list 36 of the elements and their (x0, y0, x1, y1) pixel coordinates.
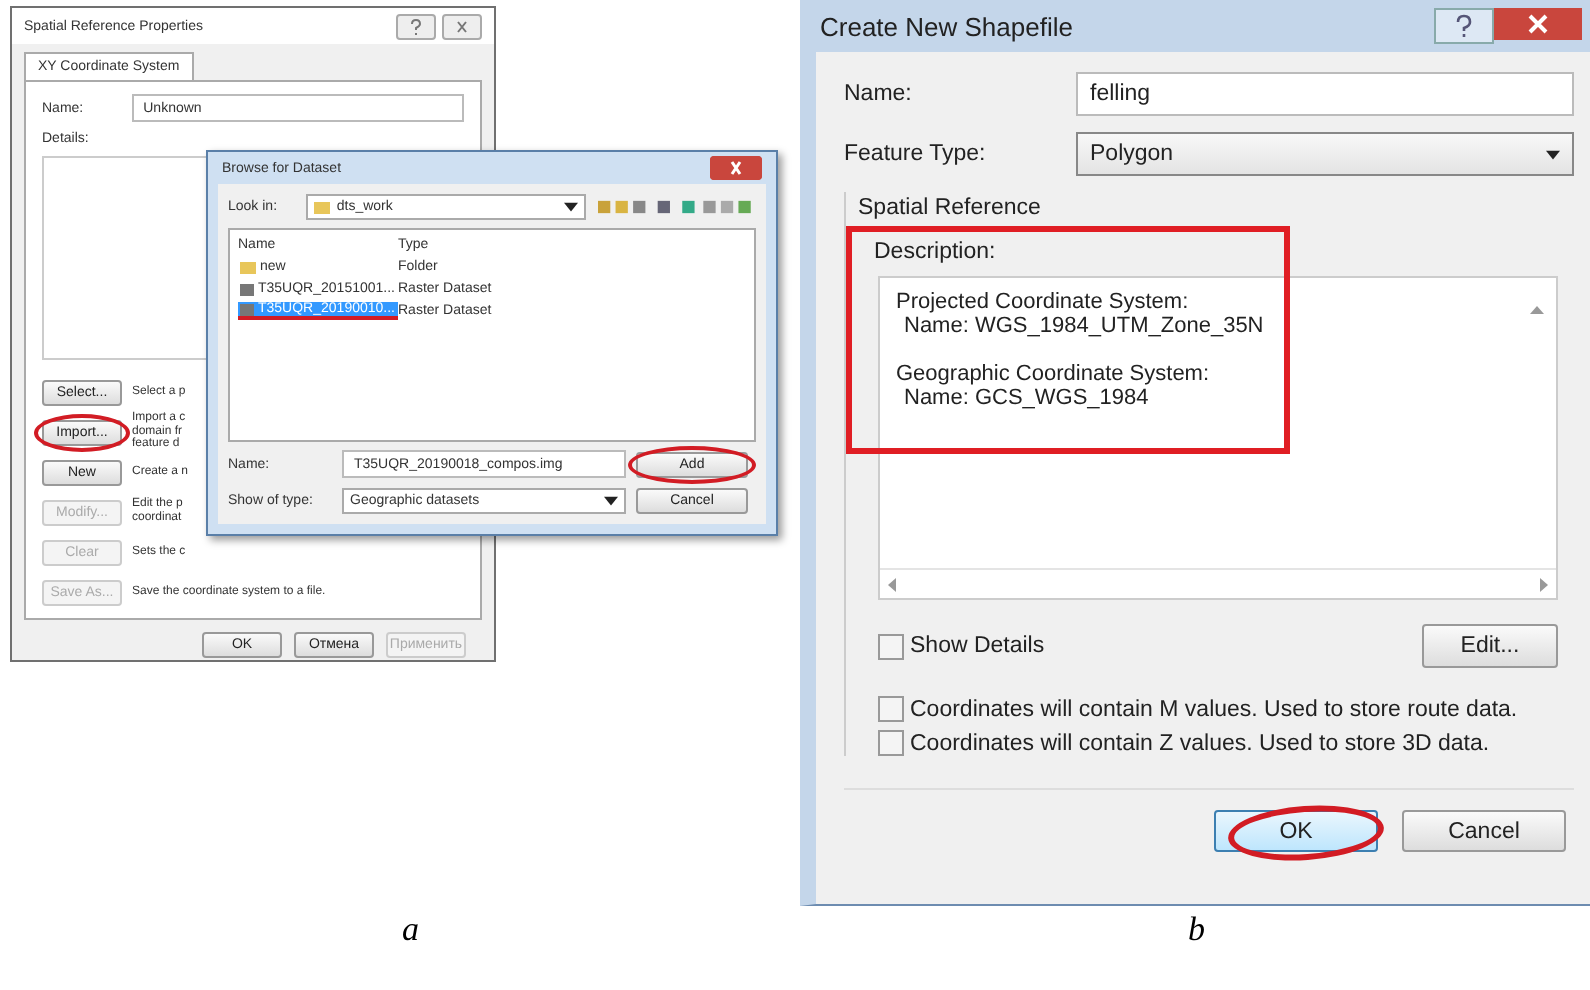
checkbox[interactable] (878, 696, 904, 722)
description-line: Projected Coordinate System: (896, 290, 1189, 314)
description-line: Name: GCS_WGS_1984 (902, 386, 1149, 410)
scroll-up-icon[interactable] (1530, 306, 1544, 314)
figure-caption: a (402, 910, 419, 950)
dropdown-arrow-icon (604, 496, 618, 506)
scroll-right-icon[interactable] (1540, 577, 1548, 591)
dialog-button[interactable]: Cancel (1402, 810, 1566, 852)
dropdown-arrow-icon (564, 202, 579, 212)
close-icon[interactable] (1494, 8, 1582, 40)
group-title: Spatial Reference (858, 196, 1043, 220)
checkbox[interactable] (878, 633, 904, 659)
highlight-ellipse (34, 413, 130, 451)
window-title: Create New Shapefile (820, 11, 1073, 41)
field-label: Feature Type: (844, 142, 988, 166)
name-field[interactable]: felling (1076, 72, 1574, 116)
description-line: Name: WGS_1984_UTM_Zone_35N (902, 314, 1264, 338)
toolbar-icons-drawing[interactable] (598, 198, 757, 216)
highlight-ellipse (628, 445, 756, 483)
checkbox[interactable] (878, 730, 904, 756)
checkbox-label: Coordinates will contain M values. Used to store route data. (910, 697, 1518, 721)
scroll-left-icon[interactable] (888, 577, 896, 591)
checkbox-label: Show Details (910, 634, 1045, 658)
edit-button[interactable]: Edit... (1422, 624, 1558, 668)
description-line: Geographic Coordinate System: (896, 362, 1210, 386)
folder-icon (240, 261, 256, 273)
feature-type-dropdown[interactable]: Polygon (1076, 132, 1574, 176)
close-icon[interactable] (710, 156, 762, 180)
dropdown-arrow-icon (1546, 149, 1560, 159)
field-label: Name: (844, 82, 914, 106)
close-icon[interactable] (442, 13, 482, 39)
field-label: Description: (872, 240, 998, 264)
figure-caption: b (1188, 910, 1205, 950)
help-icon[interactable] (396, 13, 436, 39)
checkbox-label: Coordinates will contain Z values. Used to store 3D data. (910, 731, 1490, 755)
help-icon[interactable] (1434, 8, 1494, 44)
